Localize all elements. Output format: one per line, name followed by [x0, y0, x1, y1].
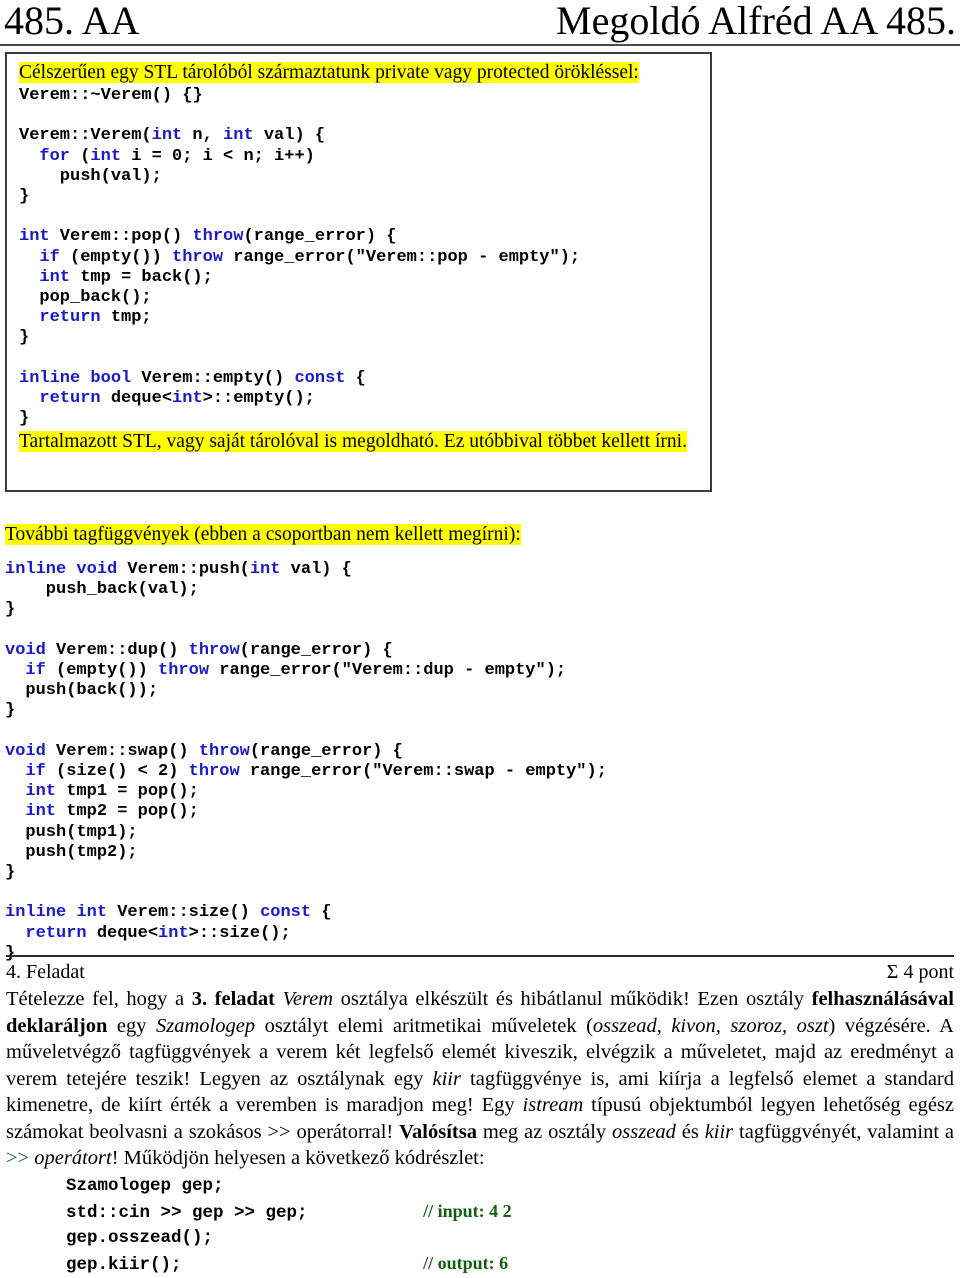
running-head-left: 485. AA [4, 0, 140, 43]
task-divider [6, 955, 954, 957]
task-title: 4. Feladat [6, 961, 85, 983]
middle-code: inline void Verem::push(int val) { push_… [5, 560, 607, 963]
code-box: Célszerűen egy STL tárolóból származtatu… [5, 52, 712, 492]
codebox-highlight-top-line: Célszerűen egy STL tárolóból származtatu… [19, 60, 702, 86]
task-section: 4. Feladat Σ 4 pont Tételezze fel, hogy … [6, 960, 954, 1278]
codebox-highlight-bottom-line: Tartalmazott STL, vagy saját tárolóval i… [19, 429, 702, 455]
codebox-highlight-bottom: Tartalmazott STL, vagy saját tárolóval i… [19, 431, 687, 453]
task-paragraph: Tételezze fel, hogy a 3. feladat Verem o… [6, 988, 955, 1169]
task-snippet-code: Szamologep gep; std::cin >> gep >> gep; … [66, 1175, 512, 1275]
task-code-snippet: Szamologep gep; std::cin >> gep >> gep; … [6, 1174, 954, 1278]
header-divider [0, 44, 960, 46]
codebox-highlight-top: Célszerűen egy STL tárolóból származtatu… [19, 62, 639, 83]
middle-highlight: További tagfüggvények (ebben a csoportba… [5, 524, 521, 545]
running-head: 485. AA Megoldó Alfréd AA 485. [0, 0, 960, 44]
task-points: Σ 4 pont [886, 961, 954, 983]
middle-highlight-line: További tagfüggvények (ebben a csoportba… [5, 522, 725, 548]
running-head-right: Megoldó Alfréd AA 485. [556, 0, 956, 43]
additional-members-section: További tagfüggvények (ebben a csoportba… [5, 522, 725, 964]
codebox-code: Verem::~Verem() {} Verem::Verem(int n, i… [19, 86, 581, 429]
slide-page: 485. AA Megoldó Alfréd AA 485. Célszerűe… [0, 0, 960, 1275]
task-header: 4. Feladat Σ 4 pont [6, 960, 954, 985]
